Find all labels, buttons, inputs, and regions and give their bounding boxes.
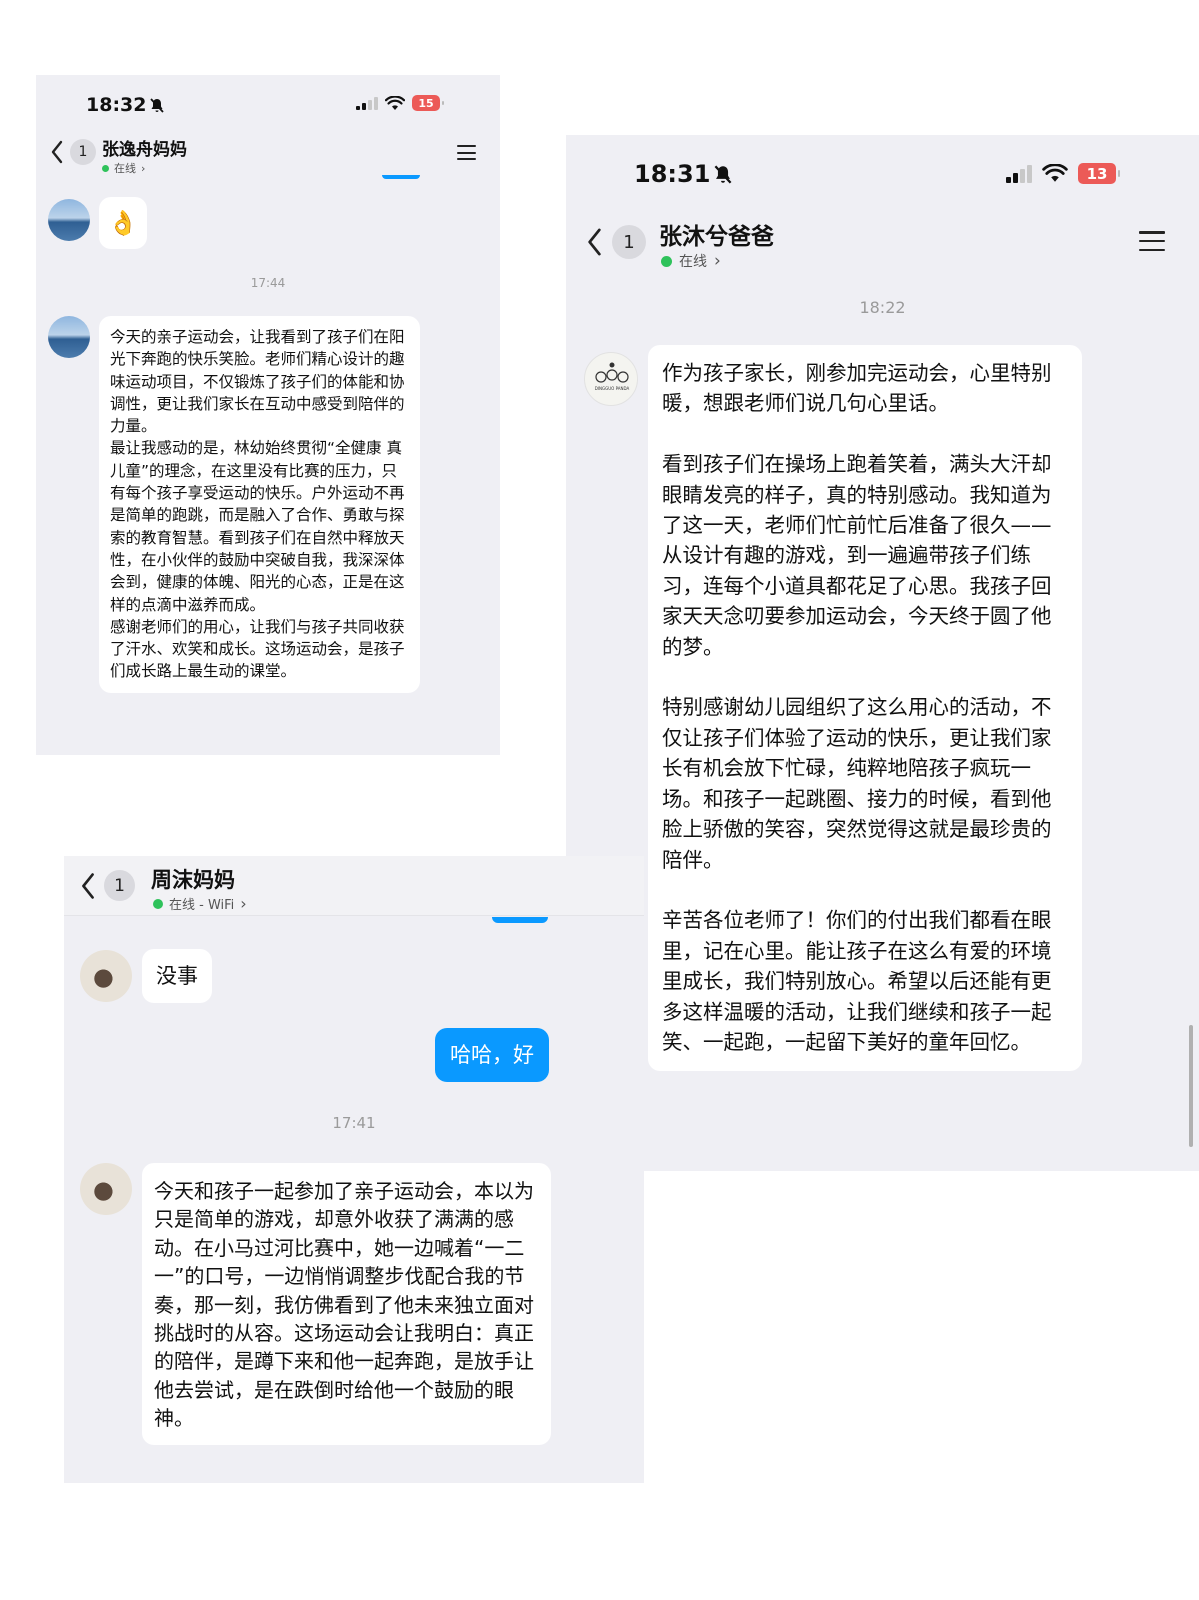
message-bubble-no-problem[interactable]: 没事 [142,949,212,1003]
status-time: 18:32 [86,94,147,116]
online-dot [661,255,672,267]
emoji-message-bubble[interactable]: 👌 [99,197,147,249]
message-timestamp: 17:44 [250,276,286,290]
status-bar: 18:31 13 [566,159,1199,189]
status-bar: 18:32 15 [36,93,500,117]
message-timestamp: 17:41 [332,1114,376,1132]
chat-header: 1 张沐兮爸爸 在线 › [566,217,1199,271]
chevron-right-icon: › [714,251,721,271]
contact-avatar[interactable] [48,316,90,358]
online-status-text: 在线 [114,162,136,175]
system-icons: 15 [356,95,444,111]
chat-header: 1 周沫妈妈 在线 - WiFi › [64,856,644,916]
contact-info[interactable]: 张沐兮爸爸 在线 › [659,217,774,271]
status-time-group: 18:31 [634,160,732,188]
contact-name: 周沫妈妈 [151,868,235,892]
system-icons: 13 [1006,163,1120,184]
contact-name: 张逸舟妈妈 [102,140,187,160]
unread-count-badge: 1 [104,870,135,901]
previous-message-peek [492,917,548,923]
chat-screenshot-zhoumo-mom: 1 周沫妈妈 在线 - WiFi › 没事 哈哈，好 17:41 今天和孩子一起参… [64,856,644,1483]
long-message-bubble[interactable]: 今天的亲子运动会，让我看到了孩子们在阳光下奔跑的快乐笑脸。老师们精心设计的趣味运… [99,316,420,693]
battery-level: 13 [1086,164,1108,183]
online-status: 在线 › [661,251,774,271]
contact-info[interactable]: 周沫妈妈 在线 - WiFi › [151,864,247,913]
status-time: 18:31 [634,160,711,188]
my-message-bubble[interactable]: 哈哈，好 [435,1028,549,1082]
online-dot [153,898,163,909]
back-button[interactable]: 1 [80,870,135,901]
long-message-bubble[interactable]: 作为孩子家长，刚参加完运动会，心里特别暖，想跟老师们说几句心里话。 看到孩子们在… [648,345,1082,1072]
long-message-bubble[interactable]: 今天和孩子一起参加了亲子运动会，本以为只是简单的游戏，却意外收获了满满的感动。在… [142,1163,551,1445]
online-status: 在线 - WiFi › [153,894,247,913]
mute-bell-icon [150,97,165,113]
panda-logo-icon: DINGGUO PANDA [595,362,630,391]
online-status-text: 在线 [679,254,707,270]
scrollbar[interactable] [1189,1025,1193,1147]
menu-icon[interactable] [457,145,476,160]
contact-info[interactable]: 张逸舟妈妈 在线 › [102,135,187,176]
menu-icon[interactable] [1139,231,1165,251]
chevron-right-icon: › [240,894,247,913]
signal-icon [356,96,378,110]
online-dot [102,164,109,172]
contact-avatar[interactable] [80,1163,132,1215]
chat-header: 1 张逸舟妈妈 在线 › [36,133,500,175]
chat-screenshot-zhangmuxi-dad: 18:31 13 1 张沐兮爸爸 在线 › 18:22 DINGGUO PANDA… [566,135,1199,1171]
online-status: 在线 › [102,160,187,176]
contact-name: 张沐兮爸爸 [659,224,774,250]
online-status-text: 在线 - WiFi [169,898,235,913]
status-time-group: 18:32 [86,94,165,116]
back-button[interactable]: 1 [586,225,646,259]
contact-avatar[interactable]: DINGGUO PANDA [584,352,638,406]
mute-bell-icon [714,164,732,184]
chevron-right-icon: › [141,161,146,175]
back-chevron-icon [82,872,94,899]
signal-icon [1006,164,1032,183]
contact-avatar[interactable] [80,950,132,1002]
battery-icon: 15 [412,95,444,111]
back-chevron-icon [588,228,601,256]
message-timestamp: 18:22 [859,298,906,317]
chat-screenshot-zhangyizhou-mom: 18:32 15 1 张逸舟妈妈 在线 › 👌 17:44 今天的亲子运动会，让我… [36,75,500,755]
unread-count-badge: 1 [70,139,96,165]
wifi-icon [1042,164,1068,182]
wifi-icon [385,95,405,110]
battery-icon: 13 [1078,163,1120,184]
avatar-logo-text: DINGGUO PANDA [595,386,630,391]
back-button[interactable]: 1 [50,139,96,165]
previous-message-peek [382,175,420,179]
back-chevron-icon [51,140,63,164]
battery-level: 15 [418,96,434,110]
contact-avatar[interactable] [48,199,90,241]
unread-count-badge: 1 [612,225,646,259]
